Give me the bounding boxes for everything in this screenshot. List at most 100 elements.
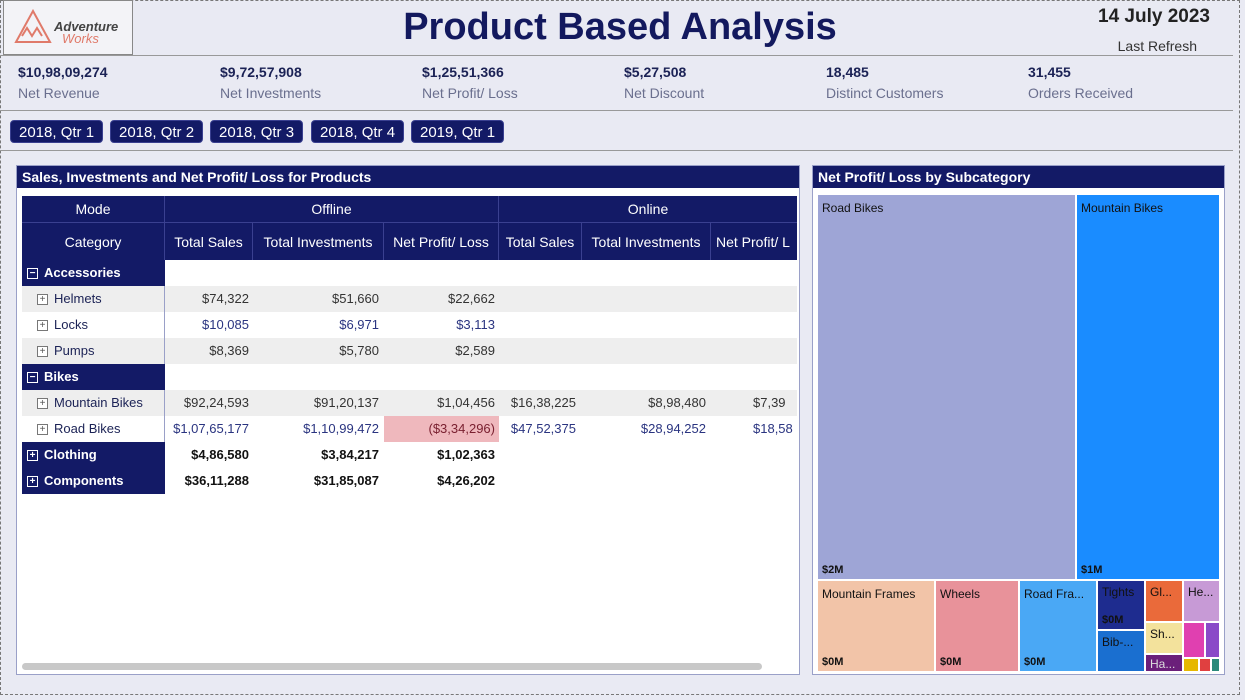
kpi-card[interactable]: $9,72,57,908 Net Investments [220,64,321,101]
collapse-icon[interactable]: − [27,372,38,384]
refresh-label: Last Refresh [1117,38,1197,54]
treemap-tile-mountain-bikes[interactable]: Mountain Bikes $1M [1076,194,1220,580]
kpi-card[interactable]: $5,27,508 Net Discount [624,64,704,101]
treemap-tile-small[interactable] [1183,658,1199,672]
table-row: + Components $36,11,288 $31,85,087 $4,26,… [22,468,797,494]
cell-online-sales: $16,38,225 [510,395,576,410]
slicer-chip[interactable]: 2018, Qtr 2 [110,120,204,143]
treemap-tile-road-frames[interactable]: Road Fra... $0M [1019,580,1097,672]
header-offline-sales[interactable]: Total Sales [165,223,253,260]
cell-offline-investments: $91,20,137 [313,395,379,410]
kpi-value: $1,25,51,366 [422,64,504,80]
kpi-value: 18,485 [826,64,869,80]
row-header-mountain-bikes[interactable]: + Mountain Bikes [22,390,165,416]
kpi-card[interactable]: $1,25,51,366 Net Profit/ Loss [422,64,518,101]
kpi-card[interactable]: 18,485 Distinct Customers [826,64,943,101]
header-offline-profit[interactable]: Net Profit/ Loss [384,223,499,260]
kpi-value: 31,455 [1028,64,1071,80]
expand-icon[interactable]: + [27,476,38,488]
row-header-locks[interactable]: + Locks [22,312,165,338]
kpi-value: $5,27,508 [624,64,687,80]
page-title: Product Based Analysis [403,6,837,48]
treemap-tile-road-bikes[interactable]: Road Bikes $2M [817,194,1076,580]
tile-name: Gl... [1150,585,1173,599]
expand-icon[interactable]: + [37,398,48,410]
row-label: Bikes [44,369,79,384]
tile-value: $2M [822,564,844,576]
horizontal-scrollbar[interactable] [22,663,762,670]
tile-name: Mountain Bikes [1081,201,1164,215]
row-label: Accessories [44,265,121,280]
row-header-bikes[interactable]: − Bikes [22,364,165,390]
header-offline[interactable]: Offline [165,196,499,222]
row-label: Pumps [54,343,95,358]
tile-name: Road Fra... [1024,587,1085,601]
expand-icon[interactable]: + [37,320,48,332]
slicer-chip[interactable]: 2018, Qtr 3 [210,120,304,143]
cell-offline-sales: $1,07,65,177 [173,421,249,436]
cell-offline-investments: $31,85,087 [313,473,379,488]
expand-icon[interactable]: + [37,294,48,306]
treemap-visual: Net Profit/ Loss by Subcategory Road Bik… [812,165,1225,675]
adventure-works-logo: Adventure Works [3,0,133,55]
treemap-tile-mountain-frames[interactable]: Mountain Frames $0M [817,580,935,672]
quarter-slicer: 2018, Qtr 1 2018, Qtr 2 2018, Qtr 3 2018… [0,111,1233,151]
cell-online-investments: $28,94,252 [640,421,706,436]
treemap-tile-gloves[interactable]: Gl... [1145,580,1183,622]
treemap-tile-tights[interactable]: Tights $0M [1097,580,1145,630]
treemap-tile-small[interactable] [1205,622,1220,658]
row-header-road-bikes[interactable]: + Road Bikes [22,416,165,442]
tile-name: Sh... [1150,627,1175,641]
row-header-clothing[interactable]: + Clothing [22,442,165,468]
row-header-pumps[interactable]: + Pumps [22,338,165,364]
kpi-value: $10,98,09,274 [18,64,108,80]
row-header-helmets[interactable]: + Helmets [22,286,165,312]
header-category[interactable]: Category [22,223,165,260]
matrix-table: Mode Offline Online Category Total Sales… [22,196,797,666]
treemap-tile-small[interactable] [1183,622,1205,658]
header-online-investments[interactable]: Total Investments [582,223,711,260]
kpi-bar: $10,98,09,274 Net Revenue $9,72,57,908 N… [0,55,1233,111]
slicer-chip[interactable]: 2019, Qtr 1 [411,120,505,143]
kpi-card[interactable]: $10,98,09,274 Net Revenue [18,64,108,101]
row-label: Helmets [54,291,102,306]
expand-icon[interactable]: + [37,346,48,358]
table-row: − Bikes [22,364,797,390]
slicer-chip[interactable]: 2018, Qtr 1 [10,120,104,143]
collapse-icon[interactable]: − [27,268,38,280]
treemap-tile-small[interactable] [1211,658,1220,672]
treemap-tile-bib-shorts[interactable]: Bib-... [1097,630,1145,672]
matrix-visual: Sales, Investments and Net Profit/ Loss … [16,165,800,675]
row-label: Clothing [44,447,97,462]
cell-offline-sales: $8,369 [209,343,249,358]
treemap-tile-shorts[interactable]: Sh... [1145,622,1183,654]
cell-offline-investments: $51,660 [332,291,379,306]
row-label: Locks [54,317,88,332]
row-header-accessories[interactable]: − Accessories [22,260,165,286]
treemap-tile-small[interactable] [1199,658,1211,672]
kpi-card[interactable]: 31,455 Orders Received [1028,64,1133,101]
tile-name: Tights [1102,585,1135,599]
tile-name: He... [1188,585,1214,599]
treemap-tile-helmets[interactable]: He... [1183,580,1220,622]
cell-online-profit: $18,58 [753,421,793,436]
expand-icon[interactable]: + [37,424,48,436]
header-online-sales[interactable]: Total Sales [499,223,582,260]
tile-value: $0M [1024,656,1046,668]
header-online[interactable]: Online [499,196,797,222]
tile-name: Ha... [1150,657,1176,671]
slicer-chip[interactable]: 2018, Qtr 4 [311,120,405,143]
row-header-components[interactable]: + Components [22,468,165,494]
kpi-value: $9,72,57,908 [220,64,302,80]
treemap-tile-handlebars[interactable]: Ha... [1145,654,1183,672]
header-online-profit[interactable]: Net Profit/ L [711,223,797,260]
treemap-tile-wheels[interactable]: Wheels $0M [935,580,1019,672]
expand-icon[interactable]: + [27,450,38,462]
tile-name: Road Bikes [822,201,884,215]
table-row: + Clothing $4,86,580 $3,84,217 $1,02,363 [22,442,797,468]
table-row: + Road Bikes $1,07,65,177 $1,10,99,472 ($… [22,416,797,442]
header-offline-investments[interactable]: Total Investments [253,223,384,260]
refresh-date: 14 July 2023 [1098,6,1210,27]
cell-offline-profit: $1,04,456 [437,395,495,410]
cell-offline-sales: $10,085 [202,317,249,332]
